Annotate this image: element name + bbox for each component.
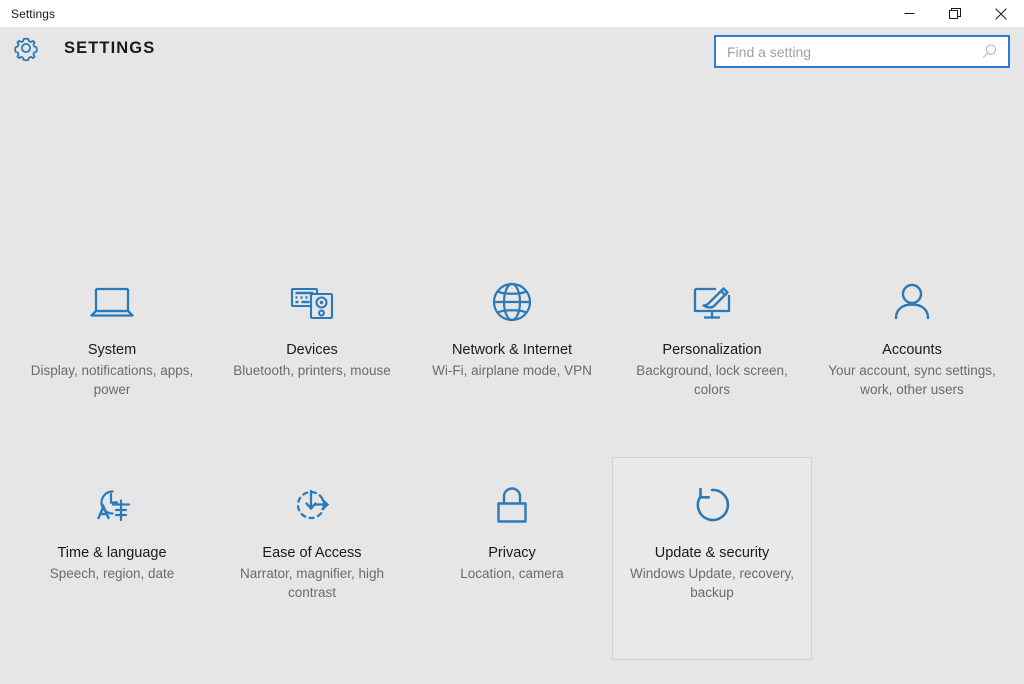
- window-title: Settings: [11, 6, 56, 21]
- tile-description: Wi-Fi, airplane mode, VPN: [432, 363, 592, 378]
- settings-tile-accounts[interactable]: Accounts Your account, sync settings, wo…: [812, 254, 1012, 457]
- tile-description: Narrator, magnifier, high contrast: [239, 566, 385, 600]
- settings-tile-network-internet[interactable]: Network & Internet Wi-Fi, airplane mode,…: [412, 254, 612, 457]
- close-button[interactable]: [978, 0, 1024, 27]
- magnifier-icon: [982, 44, 996, 58]
- tile-label: Privacy: [488, 545, 536, 561]
- laptop-icon: [83, 273, 141, 331]
- settings-tile-grid: System Display, notifications, apps, pow…: [12, 254, 1012, 660]
- tile-description: Speech, region, date: [49, 566, 175, 581]
- tile-label: Devices: [286, 342, 338, 358]
- app-header: SETTINGS: [0, 27, 1024, 80]
- tile-label: Time & language: [57, 545, 167, 561]
- search-input[interactable]: [716, 37, 976, 66]
- tile-label: System: [87, 342, 137, 358]
- window-controls: [886, 0, 1024, 27]
- refresh-circle-icon: [683, 476, 741, 534]
- minimize-icon: [904, 13, 914, 14]
- gear-icon: [14, 37, 38, 62]
- tile-description: Your account, sync settings, work, other…: [828, 363, 996, 397]
- monitor-brush-icon: [683, 273, 741, 331]
- tile-description: Location, camera: [460, 566, 564, 581]
- settings-window: Settings SETTINGS Find a setting System …: [0, 0, 1024, 684]
- search-box[interactable]: [714, 35, 1010, 68]
- tile-label: Accounts: [882, 342, 942, 358]
- tile-label: Personalization: [662, 342, 762, 358]
- settings-tile-time-language[interactable]: Time & language Speech, region, date: [12, 457, 212, 660]
- settings-tile-update-security[interactable]: Update & security Windows Update, recove…: [612, 457, 812, 660]
- title-bar: Settings: [0, 0, 1024, 27]
- clock-language-icon: [83, 476, 141, 534]
- lock-icon: [483, 476, 541, 534]
- tile-description: Bluetooth, printers, mouse: [233, 363, 391, 378]
- settings-tile-system[interactable]: System Display, notifications, apps, pow…: [12, 254, 212, 457]
- restore-button[interactable]: [932, 0, 978, 27]
- search-icon[interactable]: [976, 37, 1002, 66]
- settings-tile-devices[interactable]: Devices Bluetooth, printers, mouse: [212, 254, 412, 457]
- restore-icon: [949, 7, 961, 19]
- keyboard-printer-icon: [283, 273, 341, 331]
- tile-description: Background, lock screen, colors: [636, 363, 788, 397]
- settings-content: System Display, notifications, apps, pow…: [0, 80, 1024, 684]
- tile-description: Windows Update, recovery, backup: [629, 566, 795, 600]
- tile-label: Network & Internet: [451, 342, 573, 358]
- accessibility-dashed-circle-icon: [283, 476, 341, 534]
- settings-tile-personalization[interactable]: Personalization Background, lock screen,…: [612, 254, 812, 457]
- page-title: SETTINGS: [64, 38, 156, 57]
- globe-icon: [483, 273, 541, 331]
- tile-label: Ease of Access: [262, 545, 362, 561]
- tile-description: Display, notifications, apps, power: [30, 363, 194, 397]
- person-icon: [883, 273, 941, 331]
- tile-label: Update & security: [654, 545, 770, 561]
- settings-tile-ease-of-access[interactable]: Ease of Access Narrator, magnifier, high…: [212, 457, 412, 660]
- settings-tile-privacy[interactable]: Privacy Location, camera: [412, 457, 612, 660]
- minimize-button[interactable]: [886, 0, 932, 27]
- close-icon: [995, 7, 1007, 20]
- header-brand: SETTINGS: [11, 33, 155, 63]
